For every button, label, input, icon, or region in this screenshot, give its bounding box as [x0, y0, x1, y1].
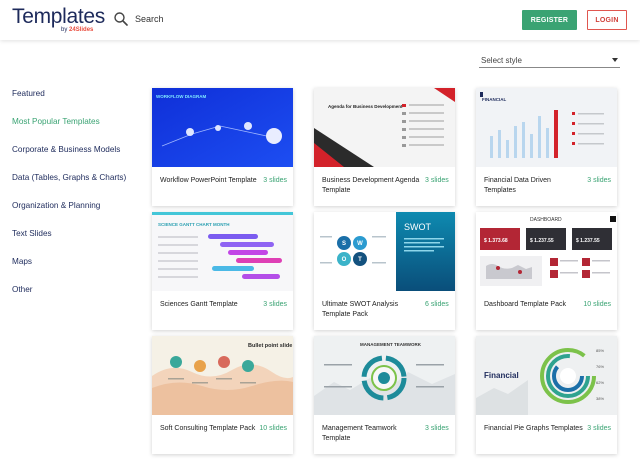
template-thumbnail: Bullet point slide [152, 336, 293, 415]
card-title: Ultimate SWOT Analysis Template Pack [322, 301, 399, 318]
template-card-dashboard[interactable]: DASHBOARD $ 1.373.68 $ 1.237.55 $ 1.237.… [476, 212, 617, 330]
thumb-text: MANAGEMENT TEAMWORK [360, 342, 422, 347]
thumb-text: SCIENCE GANTT CHART MONTH [158, 222, 230, 227]
template-card-financial-pie[interactable]: Financial 85% 76% 62% 38% Financial Pie … [476, 336, 617, 454]
template-thumbnail: DASHBOARD $ 1.373.68 $ 1.237.55 $ 1.237.… [476, 212, 617, 291]
card-slide-count: 3 slides [263, 177, 287, 184]
card-slide-count: 6 slides [425, 301, 449, 308]
thumb-text: FINANCIAL [482, 97, 506, 102]
style-select[interactable]: Select style [479, 53, 620, 68]
logo-sub-prefix: by [61, 27, 70, 33]
search-button[interactable]: Search [113, 11, 164, 27]
card-title: Business Development Agenda Template [322, 177, 420, 194]
thumb-text: Agenda for Business Development [328, 104, 403, 109]
sidebar-item-text-slides[interactable]: Text Slides [12, 228, 147, 256]
style-select-value: Select style [481, 55, 522, 65]
template-card-management-teamwork[interactable]: MANAGEMENT TEAMWORK Management Teamwork … [314, 336, 455, 454]
sidebar-item-other[interactable]: Other [12, 284, 147, 312]
template-card-financial-data[interactable]: FINANCIAL Financial Data Driven Template… [476, 88, 617, 206]
svg-text:T: T [358, 257, 362, 263]
sidebar-item-most-popular[interactable]: Most Popular Templates [12, 116, 147, 144]
card-title: Soft Consulting Template Pack [160, 425, 256, 432]
sidebar-item-maps[interactable]: Maps [12, 256, 147, 284]
card-slide-count: 10 slides [259, 425, 287, 432]
card-title: Financial Pie Graphs Templates [484, 425, 583, 432]
template-card-sciences-gantt[interactable]: SCIENCE GANTT CHART MONTH Sciences Gantt… [152, 212, 293, 330]
card-slide-count: 3 slides [263, 301, 287, 308]
register-button[interactable]: REGISTER [522, 10, 577, 30]
thumb-value: 38% [596, 396, 604, 401]
card-title: Financial Data Driven Templates [484, 177, 551, 194]
card-title: Dashboard Template Pack [484, 301, 566, 308]
thumb-text: SWOT [404, 222, 431, 232]
card-title: Workflow PowerPoint Template [160, 177, 257, 184]
login-button[interactable]: LOGIN [587, 10, 627, 30]
template-card-workflow[interactable]: WORKFLOW DIAGRAM Workflow PowerPoint Tem… [152, 88, 293, 206]
thumb-value: $ 1.237.55 [576, 238, 600, 244]
top-header: Templates by 24Slides Search REGISTER LO… [0, 0, 640, 40]
templates-logo[interactable]: Templates by 24Slides [12, 5, 106, 34]
sidebar-item-organization[interactable]: Organization & Planning [12, 200, 147, 228]
template-card-swot[interactable]: SWOT SWOT Ultimate SWOT Analysis Templat… [314, 212, 455, 330]
template-thumbnail: Financial 85% 76% 62% 38% [476, 336, 617, 415]
chevron-down-icon [612, 58, 618, 62]
svg-text:O: O [342, 257, 347, 263]
card-slide-count: 3 slides [587, 177, 611, 184]
thumb-text: DASHBOARD [530, 217, 562, 223]
template-thumbnail: SCIENCE GANTT CHART MONTH [152, 212, 293, 291]
template-thumbnail: MANAGEMENT TEAMWORK [314, 336, 455, 415]
thumb-value: 76% [596, 364, 604, 369]
thumb-text: Financial [484, 371, 519, 380]
search-icon [113, 11, 129, 27]
logo-subtitle: by 24Slides [61, 27, 93, 33]
search-label: Search [135, 14, 164, 24]
template-thumbnail: WORKFLOW DIAGRAM [152, 88, 293, 167]
template-thumbnail: SWOT SWOT [314, 212, 455, 291]
template-card-business-agenda[interactable]: Agenda for Business Development Business… [314, 88, 455, 206]
sidebar-item-featured[interactable]: Featured [12, 88, 147, 116]
thumb-value: $ 1.237.55 [530, 238, 554, 244]
thumb-text: Bullet point slide [248, 343, 292, 349]
sidebar-item-data[interactable]: Data (Tables, Graphs & Charts) [12, 172, 147, 200]
card-title: Sciences Gantt Template [160, 301, 238, 308]
thumb-value: 85% [596, 348, 604, 353]
thumb-text: WORKFLOW DIAGRAM [156, 94, 206, 99]
template-thumbnail: FINANCIAL [476, 88, 617, 167]
card-slide-count: 3 slides [425, 177, 449, 184]
thumb-value: $ 1.373.68 [484, 238, 508, 244]
card-slide-count: 3 slides [587, 425, 611, 432]
thumb-value: 62% [596, 380, 604, 385]
logo-sub-brand: 24Slides [69, 27, 94, 33]
category-sidebar: Featured Most Popular Templates Corporat… [12, 88, 147, 312]
logo-title: Templates [12, 5, 106, 28]
template-thumbnail: Agenda for Business Development [314, 88, 455, 167]
sidebar-item-corporate-business[interactable]: Corporate & Business Models [12, 144, 147, 172]
card-slide-count: 10 slides [583, 301, 611, 308]
svg-text:W: W [357, 241, 363, 247]
template-card-soft-consulting[interactable]: Bullet point slide Soft Consulting Templ… [152, 336, 293, 454]
card-title: Management Teamwork Template [322, 425, 397, 442]
card-slide-count: 3 slides [425, 425, 449, 432]
svg-text:S: S [342, 241, 346, 247]
